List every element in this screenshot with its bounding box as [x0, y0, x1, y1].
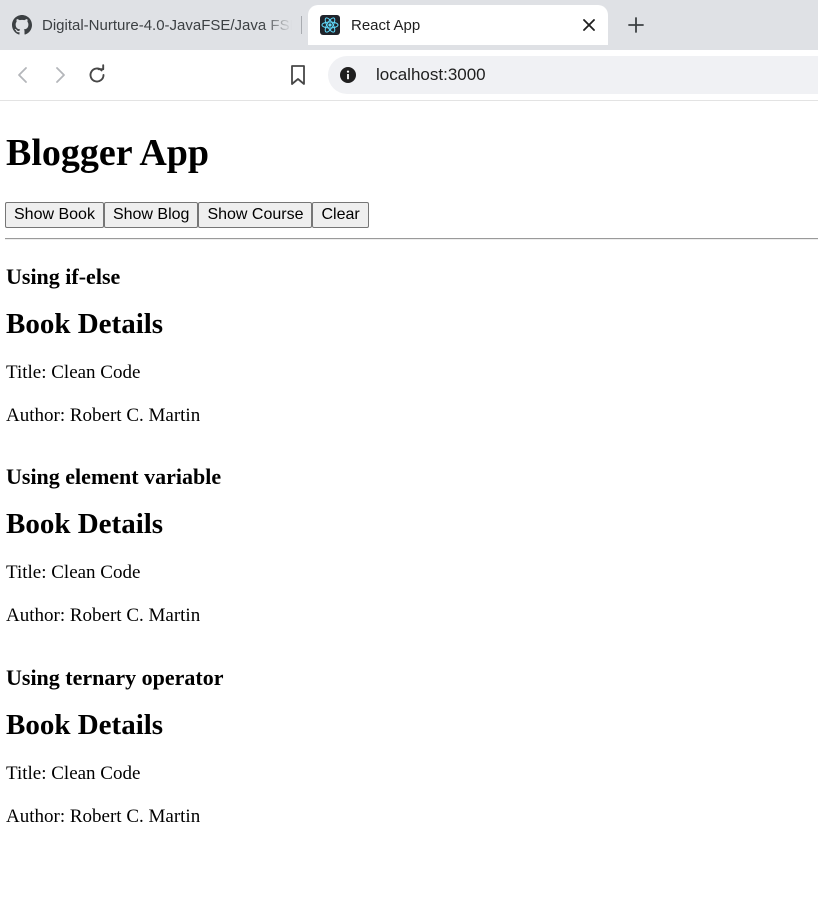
tab-title: React App — [351, 16, 421, 34]
book-title-text: Title: Clean Code — [6, 562, 141, 583]
book-title-text: Title: Clean Code — [6, 362, 141, 383]
show-blog-button[interactable]: Show Blog — [103, 202, 199, 228]
section-heading: Using ternary operator — [6, 665, 224, 690]
tab-react-app[interactable]: React App — [308, 5, 608, 45]
tab-title: Digital-Nurture-4.0-JavaFSE/Java FSE/ — [42, 16, 292, 34]
tab-divider — [301, 16, 302, 34]
clear-button[interactable]: Clear — [312, 202, 369, 228]
divider — [5, 238, 818, 240]
bookmark-icon[interactable] — [286, 63, 310, 87]
browser-tab-strip: Digital-Nurture-4.0-JavaFSE/Java FSE/ Re… — [0, 0, 818, 50]
reload-icon[interactable] — [85, 63, 109, 87]
section-if-else: Using if-else Book Details Title: Clean … — [6, 264, 200, 426]
browser-toolbar — [0, 50, 818, 101]
book-author-text: Author: Robert C. Martin — [6, 405, 201, 426]
book-author-text: Author: Robert C. Martin — [6, 605, 201, 626]
page-content: Blogger App Show Book Show Blog Show Cou… — [0, 101, 818, 907]
forward-arrow-icon[interactable] — [48, 63, 72, 87]
book-details-heading: Book Details — [6, 308, 164, 340]
book-author-text: Author: Robert C. Martin — [6, 806, 201, 827]
back-arrow-icon[interactable] — [11, 63, 35, 87]
react-icon — [320, 15, 340, 35]
address-bar[interactable] — [328, 56, 818, 94]
section-heading: Using element variable — [6, 464, 222, 489]
book-details-heading: Book Details — [6, 508, 164, 540]
button-group: Show Book Show Blog Show Course Clear — [5, 202, 369, 228]
new-tab-plus-icon[interactable] — [624, 13, 648, 37]
address-input[interactable] — [376, 65, 676, 85]
show-book-button[interactable]: Show Book — [5, 202, 104, 228]
section-element-variable: Using element variable Book Details Titl… — [6, 464, 222, 626]
show-course-button[interactable]: Show Course — [198, 202, 313, 228]
section-ternary-operator: Using ternary operator Book Details Titl… — [6, 665, 224, 827]
app-title: Blogger App — [6, 132, 210, 174]
book-details-heading: Book Details — [6, 709, 164, 741]
section-heading: Using if-else — [6, 264, 121, 289]
github-icon — [12, 15, 32, 35]
book-title-text: Title: Clean Code — [6, 763, 141, 784]
close-icon[interactable] — [580, 16, 598, 34]
tab-github[interactable]: Digital-Nurture-4.0-JavaFSE/Java FSE/ — [0, 5, 300, 45]
site-info-icon[interactable] — [340, 67, 356, 83]
